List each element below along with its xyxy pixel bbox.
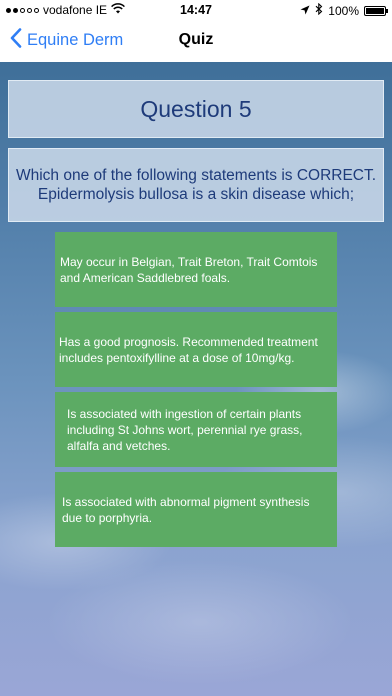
battery-level — [366, 7, 384, 14]
bluetooth-icon — [315, 2, 323, 18]
answer-option-1[interactable]: May occur in Belgian, Trait Breton, Trai… — [55, 232, 337, 307]
battery-percent: 100% — [328, 3, 359, 18]
answer-option-4[interactable]: Is associated with abnormal pigment synt… — [55, 472, 337, 547]
battery-icon — [364, 5, 388, 16]
battery-tip — [386, 8, 388, 13]
status-right: 100% — [300, 2, 388, 18]
question-prompt-box: Which one of the following statements is… — [8, 148, 384, 222]
status-bar: vodafone IE 14:47 100% — [0, 0, 392, 22]
answer-option-text: Is associated with ingestion of certain … — [67, 406, 303, 453]
answer-option-text: Has a good prognosis. Recommended treatm… — [59, 334, 318, 365]
answer-option-text: Is associated with abnormal pigment synt… — [62, 494, 310, 525]
question-prompt-line-1: Which one of the following statements is… — [15, 167, 377, 184]
quiz-content: Question 5 Which one of the following st… — [0, 62, 392, 696]
page-title: Quiz — [178, 31, 214, 48]
answer-option-3[interactable]: Is associated with ingestion of certain … — [55, 392, 337, 467]
location-arrow-icon — [300, 4, 310, 18]
question-prompt: Which one of the following statements is… — [16, 166, 376, 204]
question-title: Question 5 — [140, 95, 252, 122]
question-title-box: Question 5 — [8, 80, 384, 138]
answer-option-2[interactable]: Has a good prognosis. Recommended treatm… — [55, 312, 337, 387]
answer-option-text: May occur in Belgian, Trait Breton, Trai… — [60, 254, 318, 285]
navigation-bar: Equine Derm Quiz — [0, 22, 392, 62]
question-prompt-line-2: Epidermolysis bullosa is a skin disease … — [37, 186, 355, 203]
